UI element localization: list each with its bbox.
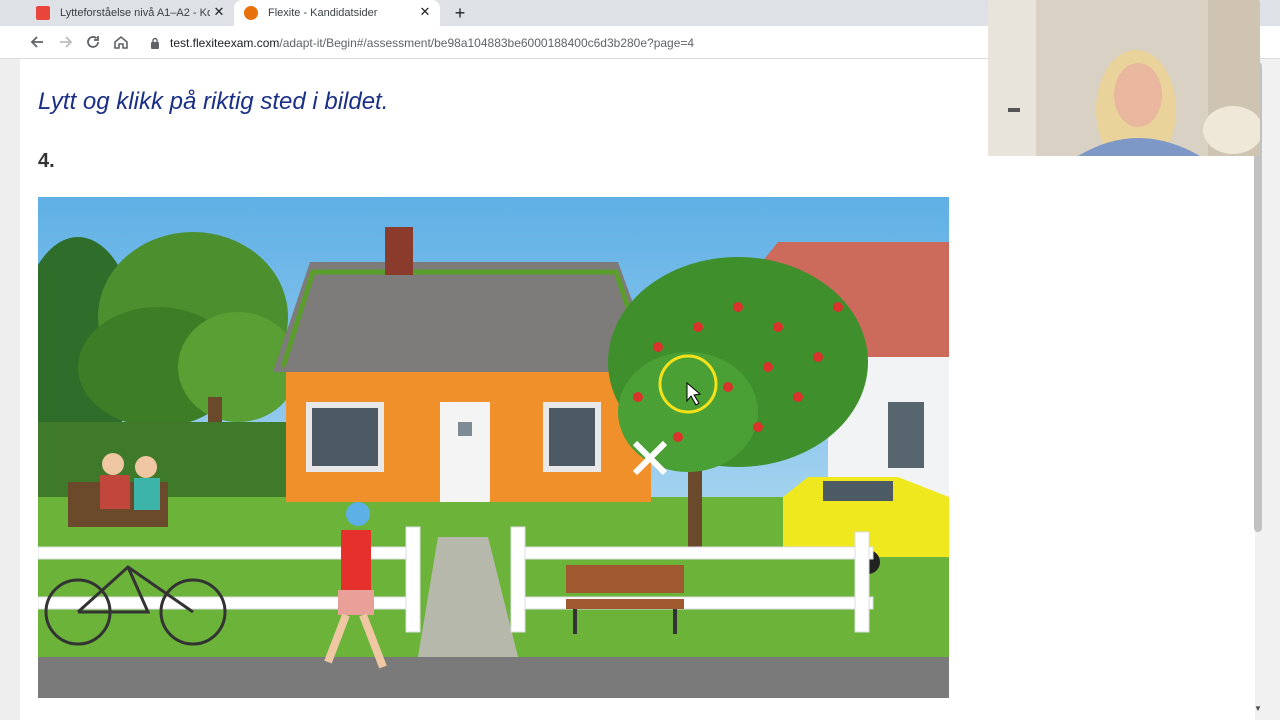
room-door (988, 0, 1036, 156)
close-tab-icon[interactable]: ✕ (418, 5, 432, 19)
forward-arrow-icon[interactable] (55, 32, 75, 52)
webcam-overlay (988, 0, 1260, 156)
address-bar[interactable]: test.flexiteexam.com/adapt-it/Begin#/ass… (140, 30, 1000, 56)
instruction-heading: Lytt og klikk på riktig sted i bildet. (38, 88, 389, 115)
scroll-down-arrow-icon[interactable]: ▼ (1254, 704, 1262, 713)
clickable-scene-image[interactable] (38, 197, 949, 698)
reload-icon[interactable] (83, 32, 103, 52)
tab-title: Lytteforståelse nivå A1–A2 - Kom (60, 7, 210, 19)
back-arrow-icon[interactable] (28, 32, 48, 52)
url-text: test.flexiteexam.com/adapt-it/Begin#/ass… (170, 36, 694, 50)
url-host: test.flexiteexam.com (170, 36, 280, 50)
home-icon[interactable] (111, 32, 131, 52)
page-left-margin (0, 59, 20, 720)
road (38, 657, 949, 698)
new-tab-button[interactable]: + (450, 3, 470, 23)
house-icon (273, 227, 658, 502)
flexite-favicon-icon (244, 6, 258, 20)
tab-lytteforstaelse[interactable]: Lytteforståelse nivå A1–A2 - Kom ✕ (26, 0, 234, 26)
tab-flexite[interactable]: Flexite - Kandidatsider ✕ (234, 0, 440, 26)
presentation-favicon-icon (36, 6, 50, 20)
lock-icon[interactable] (150, 37, 160, 49)
question-number: 4. (38, 150, 55, 172)
url-path: /adapt-it/Begin#/assessment/be98a104883b… (279, 36, 695, 50)
close-tab-icon[interactable]: ✕ (212, 5, 226, 19)
tab-title: Flexite - Kandidatsider (268, 7, 378, 19)
